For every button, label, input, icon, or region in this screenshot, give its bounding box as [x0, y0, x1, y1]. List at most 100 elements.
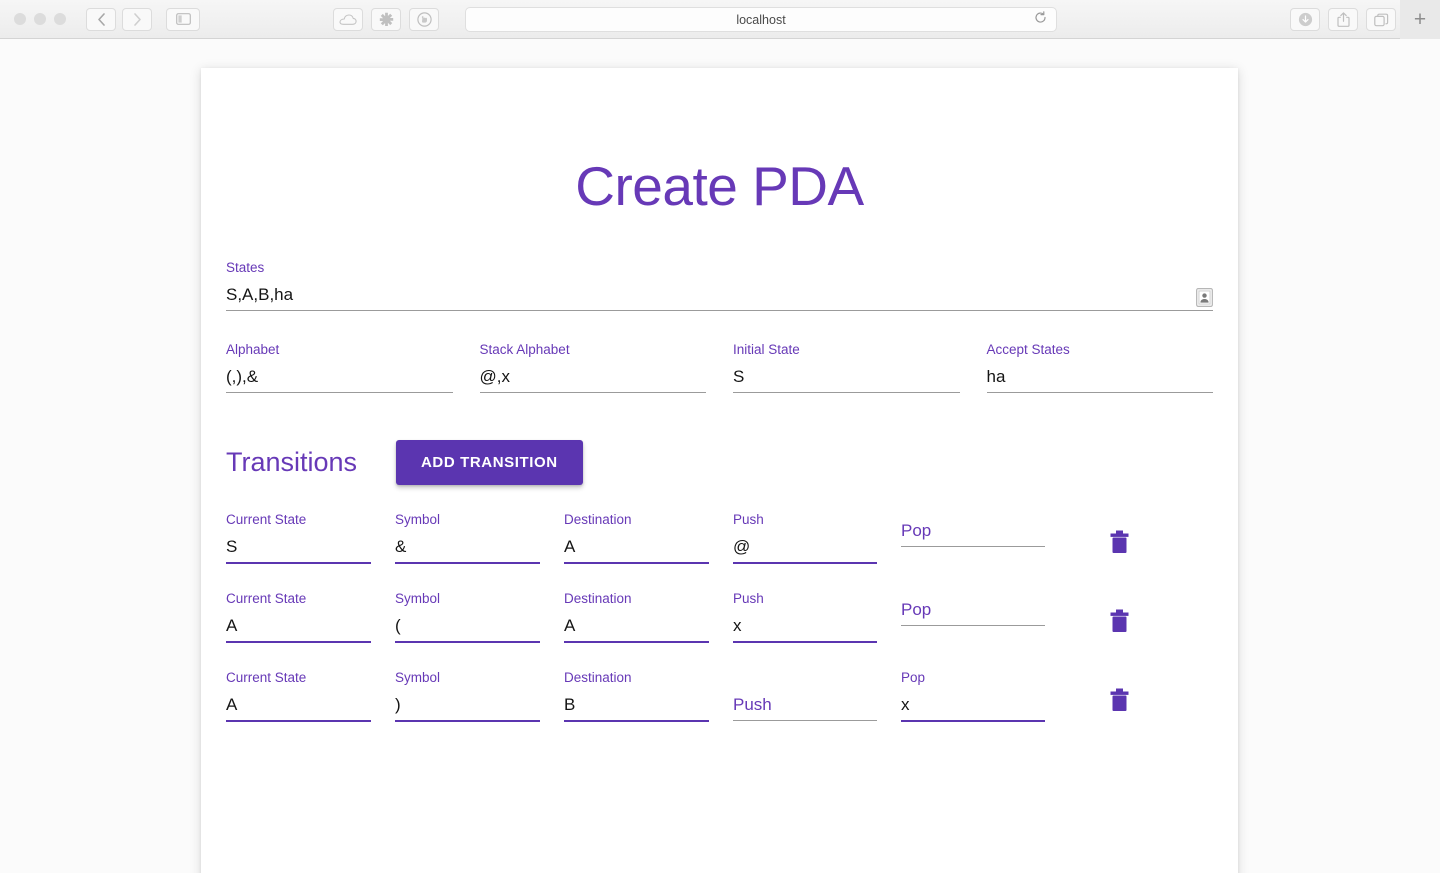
transition-symbol-input[interactable]: & [395, 528, 540, 562]
address-bar[interactable]: localhost [465, 7, 1057, 32]
initial-state-field[interactable]: Initial State S [733, 342, 960, 393]
stack-alphabet-input[interactable]: @,x [480, 358, 707, 392]
trash-icon[interactable] [1109, 688, 1130, 717]
share-button[interactable] [1328, 8, 1358, 31]
transition-current-state-underline [226, 720, 371, 722]
close-window-button[interactable] [14, 13, 26, 25]
page-background: Create PDA States S,A,B,ha Alphabet (,),… [0, 39, 1440, 873]
transition-push-label: Push [733, 512, 764, 527]
accept-states-label: Accept States [986, 342, 1070, 357]
transition-symbol-field[interactable]: Symbol ( [395, 591, 540, 643]
transition-destination-input[interactable]: A [564, 528, 709, 562]
autofill-contact-icon[interactable] [1196, 288, 1213, 307]
accept-states-underline [986, 392, 1213, 393]
transition-pop-input[interactable]: Pop [901, 591, 1045, 625]
pda-form: States S,A,B,ha Alphabet (,),& Stack Alp… [201, 260, 1238, 722]
transition-pop-input[interactable]: Pop [901, 512, 1045, 546]
delete-transition-button[interactable] [1089, 512, 1149, 559]
forward-chevron-icon [133, 12, 142, 26]
transitions-header: Transitions ADD TRANSITION [226, 439, 1213, 485]
transition-symbol-field[interactable]: Symbol & [395, 512, 540, 564]
transition-destination-underline [564, 641, 709, 643]
states-label: States [226, 260, 265, 275]
transition-symbol-underline [395, 641, 540, 643]
transition-current-state-field[interactable]: Current State S [226, 512, 371, 564]
window-traffic-lights [14, 13, 66, 25]
transition-push-underline [733, 720, 877, 721]
maximize-window-button[interactable] [54, 13, 66, 25]
states-underline [226, 310, 1213, 311]
accept-states-field[interactable]: Accept States ha [986, 342, 1214, 393]
transition-push-label [733, 670, 877, 686]
stack-alphabet-label: Stack Alphabet [479, 342, 570, 357]
share-icon [1336, 12, 1350, 27]
initial-state-label: Initial State [733, 342, 800, 357]
sidebar-toggle-button[interactable] [166, 7, 200, 31]
trash-icon[interactable] [1109, 609, 1130, 638]
add-transition-button[interactable]: ADD TRANSITION [396, 439, 583, 485]
transition-push-underline [733, 562, 877, 564]
transition-push-input[interactable]: x [733, 607, 877, 641]
transition-destination-field[interactable]: Destination A [564, 512, 709, 564]
transition-pop-field[interactable]: Pop x [901, 670, 1045, 722]
icloud-button[interactable] [333, 8, 363, 31]
new-tab-button[interactable]: + [1400, 0, 1440, 39]
privacy-report-button[interactable] [409, 8, 439, 31]
transitions-heading: Transitions [226, 446, 358, 477]
forward-button[interactable] [122, 7, 152, 31]
create-pda-card: Create PDA States S,A,B,ha Alphabet (,),… [201, 68, 1238, 873]
extensions-button[interactable] [371, 8, 401, 31]
transition-push-label: Push [733, 591, 764, 606]
transition-current-state-input[interactable]: A [226, 607, 371, 641]
accept-states-input[interactable]: ha [987, 358, 1214, 392]
alphabet-underline [226, 392, 453, 393]
stack-alphabet-underline [479, 392, 706, 393]
transition-current-state-input[interactable]: S [226, 528, 371, 562]
url-text: localhost [736, 12, 786, 27]
transition-pop-input[interactable]: x [901, 686, 1045, 720]
delete-transition-button[interactable] [1089, 591, 1149, 638]
minimize-window-button[interactable] [34, 13, 46, 25]
transition-pop-underline [901, 720, 1045, 722]
transition-current-state-field[interactable]: Current State A [226, 670, 371, 722]
delete-transition-button[interactable] [1089, 670, 1149, 717]
back-button[interactable] [86, 7, 116, 31]
downloads-button[interactable] [1290, 8, 1320, 31]
plus-icon: + [1413, 7, 1427, 31]
states-field[interactable]: States S,A,B,ha [226, 260, 1213, 311]
transition-destination-label: Destination [564, 670, 632, 685]
transition-symbol-input[interactable]: ) [395, 686, 540, 720]
transition-push-field[interactable]: Push [733, 670, 877, 721]
trash-icon[interactable] [1109, 530, 1130, 559]
transition-destination-field[interactable]: Destination B [564, 670, 709, 722]
reload-icon[interactable] [1034, 10, 1047, 29]
states-input[interactable]: S,A,B,ha [226, 276, 1213, 310]
transition-pop-underline [901, 546, 1045, 547]
transition-symbol-input[interactable]: ( [395, 607, 540, 641]
transition-current-state-label: Current State [226, 591, 307, 606]
icloud-icon [339, 13, 357, 26]
transition-push-input[interactable]: @ [733, 528, 877, 562]
alphabet-input[interactable]: (,),& [226, 358, 453, 392]
transition-destination-label: Destination [564, 512, 632, 527]
transition-current-state-label: Current State [226, 512, 307, 527]
transition-pop-field[interactable]: Pop [901, 512, 1045, 547]
stack-alphabet-field[interactable]: Stack Alphabet @,x [479, 342, 707, 393]
transition-current-state-field[interactable]: Current State A [226, 591, 371, 643]
transition-current-state-underline [226, 641, 371, 643]
alphabet-field[interactable]: Alphabet (,),& [226, 342, 453, 393]
transition-symbol-field[interactable]: Symbol ) [395, 670, 540, 722]
transition-current-state-input[interactable]: A [226, 686, 371, 720]
transition-push-field[interactable]: Push x [733, 591, 877, 643]
transition-symbol-underline [395, 562, 540, 564]
transition-symbol-label: Symbol [395, 670, 441, 685]
transition-push-input[interactable]: Push [733, 686, 877, 720]
toolbar-middle-icons [333, 8, 439, 31]
transition-destination-field[interactable]: Destination A [564, 591, 709, 643]
tab-overview-button[interactable] [1366, 8, 1396, 31]
transition-pop-field[interactable]: Pop [901, 591, 1045, 626]
transition-destination-input[interactable]: B [564, 686, 709, 720]
transition-destination-input[interactable]: A [564, 607, 709, 641]
transition-push-field[interactable]: Push @ [733, 512, 877, 564]
initial-state-input[interactable]: S [733, 358, 960, 392]
